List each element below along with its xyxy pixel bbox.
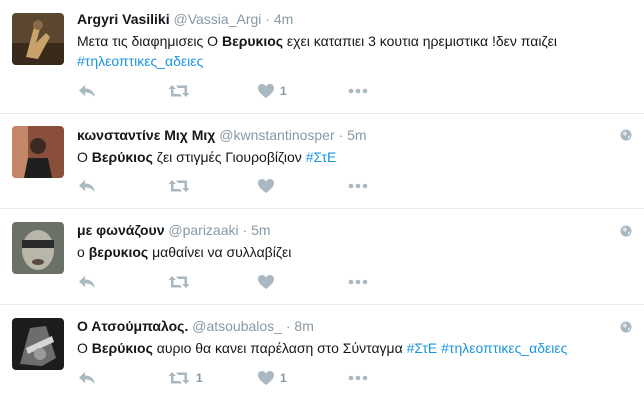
retweet-icon	[168, 276, 190, 288]
hashtag-link[interactable]: #ΣτΕ	[306, 149, 337, 165]
hashtag-link[interactable]: #ΣτΕ #τηλεοπτικες_αδειες	[407, 340, 568, 356]
text-segment: εχει καταπιει 3 κουτια ηρεμιστικα !δεν π…	[283, 33, 557, 49]
tweet-header: Ο Ατσούμπαλος. @atsoubalos_ · 8m	[77, 317, 614, 335]
avatar[interactable]	[12, 13, 64, 65]
globe-icon	[620, 128, 632, 141]
reply-button[interactable]	[78, 84, 168, 98]
separator: ·	[285, 318, 291, 334]
more-icon	[348, 279, 368, 285]
like-button[interactable]	[258, 179, 348, 193]
fullname[interactable]: κωνσταντίνε Μιχ Μιχ	[77, 127, 215, 143]
tweet-text: Μετα τις διαφημισεις Ο Βερυκιος εχει κατ…	[77, 31, 614, 71]
hashtag-link[interactable]: #τηλεοπτικες_αδειες	[77, 53, 203, 69]
more-button[interactable]	[348, 279, 368, 285]
text-segment: ζει στιγμές Γιουροβίζιον	[152, 149, 306, 165]
heart-icon	[258, 371, 274, 385]
retweet-button[interactable]	[168, 275, 258, 289]
retweet-button[interactable]	[168, 179, 258, 193]
username[interactable]: @Vassia_Argi	[174, 11, 262, 27]
timestamp[interactable]: 4m	[274, 11, 293, 27]
fullname[interactable]: με φωνάζουν	[77, 222, 164, 238]
text-segment: ο	[77, 244, 89, 260]
text-segment: Ο	[77, 340, 92, 356]
separator: ·	[242, 222, 248, 238]
heart-icon	[258, 84, 274, 98]
globe-icon	[620, 320, 632, 333]
like-button[interactable]	[258, 275, 348, 289]
tweet-actions	[78, 176, 368, 196]
tweet-actions	[78, 272, 368, 292]
highlight-term: Βερύκιος	[91, 340, 153, 356]
text-segment: αυριο θα κανει παρέλαση στο Σύνταγμα	[152, 340, 407, 356]
tweet[interactable]: με φωνάζουν @parizaaki · 5m ο βερυκιος μ…	[0, 209, 644, 305]
more-button[interactable]	[348, 183, 368, 189]
globe-icon	[620, 224, 632, 237]
more-icon	[348, 375, 368, 381]
like-button[interactable]: 1	[258, 371, 348, 385]
text-segment: Μετα τις διαφημισεις Ο	[77, 33, 222, 49]
more-icon	[348, 88, 368, 94]
username[interactable]: @atsoubalos_	[192, 318, 282, 334]
fullname[interactable]: Ο Ατσούμπαλος.	[77, 318, 188, 334]
reply-button[interactable]	[78, 275, 168, 289]
reply-icon	[79, 85, 95, 97]
tweet-feed: Argyri Vasiliki @Vassia_Argi · 4m Μετα τ…	[0, 0, 644, 409]
text-segment: μαθαίνει να συλλαβίζει	[148, 244, 292, 260]
avatar[interactable]	[12, 318, 64, 370]
retweet-icon	[168, 372, 190, 384]
timestamp[interactable]: 5m	[251, 222, 270, 238]
fullname[interactable]: Argyri Vasiliki	[77, 11, 170, 27]
username[interactable]: @kwnstantinosper	[219, 127, 334, 143]
retweet-icon	[168, 180, 190, 192]
avatar[interactable]	[12, 222, 64, 274]
text-segment: Ο	[77, 149, 92, 165]
tweet-header: Argyri Vasiliki @Vassia_Argi · 4m	[77, 10, 614, 28]
heart-icon	[258, 275, 274, 289]
reply-button[interactable]	[78, 179, 168, 193]
tweet-text: Ο Βερύκιος αυριο θα κανει παρέλαση στο Σ…	[77, 338, 614, 358]
timestamp[interactable]: 8m	[294, 318, 313, 334]
tweet-actions: 1 1	[78, 368, 368, 388]
tweet-header: με φωνάζουν @parizaaki · 5m	[77, 221, 614, 239]
separator: ·	[338, 127, 344, 143]
reply-icon	[79, 180, 95, 192]
tweet[interactable]: Argyri Vasiliki @Vassia_Argi · 4m Μετα τ…	[0, 0, 644, 114]
like-count: 1	[280, 371, 287, 385]
retweet-count: 1	[196, 371, 203, 385]
reply-icon	[79, 372, 95, 384]
retweet-button[interactable]	[168, 84, 258, 98]
tweet-text: ο βερυκιος μαθαίνει να συλλαβίζει	[77, 242, 614, 262]
tweet-header: κωνσταντίνε Μιχ Μιχ @kwnstantinosper · 5…	[77, 126, 614, 144]
reply-button[interactable]	[78, 371, 168, 385]
retweet-icon	[168, 85, 190, 97]
highlight-term: βερυκιος	[88, 244, 149, 260]
more-button[interactable]	[348, 375, 368, 381]
tweet-actions: 1	[78, 81, 368, 101]
separator: ·	[265, 11, 270, 27]
more-icon	[348, 183, 368, 189]
tweet[interactable]: Ο Ατσούμπαλος. @atsoubalos_ · 8m Ο Βερύκ…	[0, 305, 644, 409]
reply-icon	[79, 276, 95, 288]
tweet[interactable]: κωνσταντίνε Μιχ Μιχ @kwnstantinosper · 5…	[0, 114, 644, 209]
retweet-button[interactable]: 1	[168, 371, 258, 385]
heart-icon	[258, 179, 274, 193]
username[interactable]: @parizaaki	[168, 222, 238, 238]
timestamp[interactable]: 5m	[347, 127, 366, 143]
avatar[interactable]	[12, 126, 64, 178]
like-button[interactable]: 1	[258, 84, 348, 98]
like-count: 1	[280, 84, 287, 98]
more-button[interactable]	[348, 88, 368, 94]
highlight-term: Βερυκιος	[221, 33, 284, 49]
highlight-term: Βερύκιος	[91, 149, 153, 165]
tweet-text: Ο Βερύκιος ζει στιγμές Γιουροβίζιον #ΣτΕ	[77, 147, 614, 167]
